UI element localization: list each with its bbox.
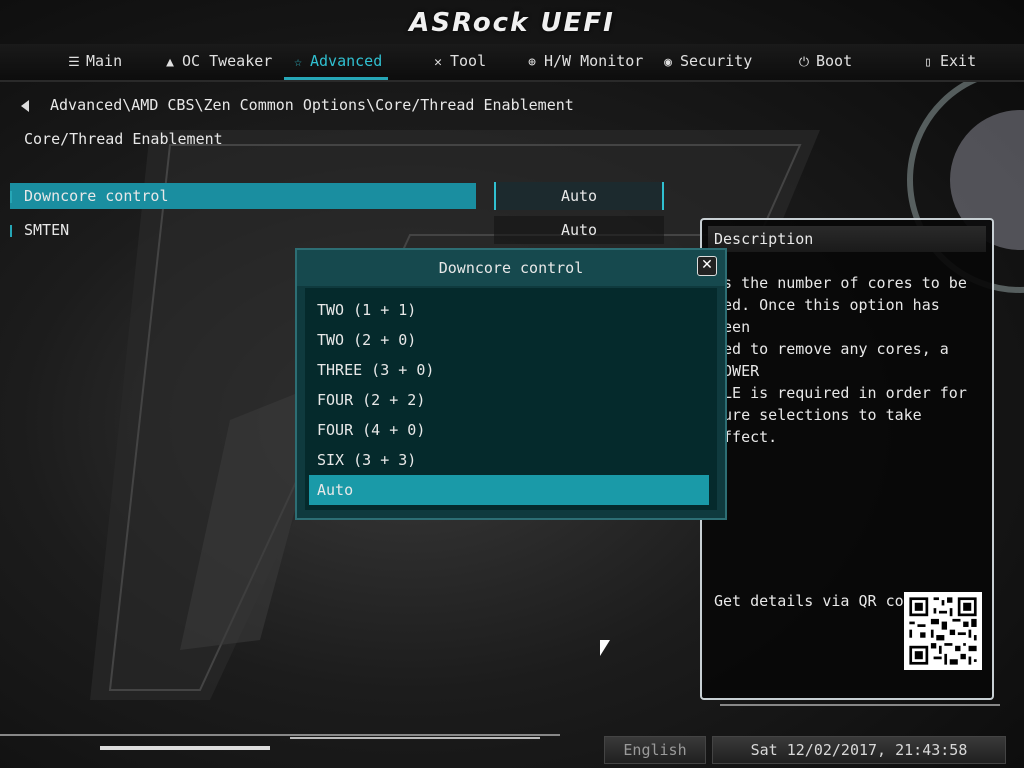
back-arrow-icon[interactable] xyxy=(14,96,36,116)
language-button[interactable]: English xyxy=(604,736,706,764)
setting-row-smten[interactable]: SMTEN xyxy=(10,217,69,243)
breadcrumb-path: Advanced\AMD CBS\Zen Common Options\Core… xyxy=(50,96,574,114)
qr-code-image xyxy=(904,592,982,670)
footer: English Sat 12/02/2017, 21:43:58 xyxy=(0,728,1024,768)
shield-icon: ◉ xyxy=(664,55,672,70)
tab-security[interactable]: ◉ Security xyxy=(660,44,752,78)
tab-boot[interactable]: ⏻ Boot xyxy=(796,44,852,78)
tab-oc-tweaker[interactable]: ▲ OC Tweaker xyxy=(162,44,272,78)
option-two-2-0[interactable]: TWO (2 + 0) xyxy=(309,325,709,355)
row-marker xyxy=(10,190,12,203)
mouse-cursor-icon xyxy=(600,640,610,656)
option-auto[interactable]: Auto xyxy=(309,475,709,505)
power-icon: ⏻ xyxy=(798,55,810,70)
popup-options-list: TWO (1 + 1) TWO (2 + 0) THREE (3 + 0) FO… xyxy=(305,288,717,510)
option-four-2-2[interactable]: FOUR (2 + 2) xyxy=(309,385,709,415)
page-title: Core/Thread Enablement xyxy=(24,130,223,148)
star-icon: ☆ xyxy=(294,55,302,70)
monitor-icon: ⊕ xyxy=(528,55,536,70)
tab-label: OC Tweaker xyxy=(182,52,273,70)
tab-label: Tool xyxy=(450,52,487,70)
tab-main[interactable]: ☰ Main xyxy=(66,44,122,78)
popup-title: Downcore control xyxy=(297,250,725,286)
qr-code-label: Get details via QR code xyxy=(714,592,922,610)
tab-label: H/W Monitor xyxy=(544,52,644,70)
setting-label: SMTEN xyxy=(24,221,70,239)
description-text: ts the number of cores to be sed. Once t… xyxy=(714,274,967,446)
option-six-3-3[interactable]: SIX (3 + 3) xyxy=(309,445,709,475)
tab-label: Main xyxy=(86,52,123,70)
row-marker xyxy=(10,224,12,237)
setting-row-downcore-control[interactable]: Downcore control xyxy=(10,183,476,209)
top-nav: ☰ Main ▲ OC Tweaker ☆ Advanced ✕ Tool ⊕ H/W M… xyxy=(0,44,1024,82)
option-two-1-1[interactable]: TWO (1 + 1) xyxy=(309,295,709,325)
option-three-3-0[interactable]: THREE (3 + 0) xyxy=(309,355,709,385)
tab-tool[interactable]: ✕ Tool xyxy=(430,44,486,78)
tools-icon: ✕ xyxy=(434,55,442,70)
qr-code[interactable] xyxy=(904,592,982,670)
tab-label: Security xyxy=(680,52,753,70)
close-icon[interactable]: ✕ xyxy=(697,256,717,276)
setting-value-smten[interactable]: Auto xyxy=(494,216,664,244)
tab-exit[interactable]: ▯ Exit xyxy=(920,44,976,78)
description-title: Description xyxy=(708,226,986,252)
setting-value-downcore-control[interactable]: Auto xyxy=(494,182,664,210)
tab-advanced[interactable]: ☆ Advanced xyxy=(283,44,389,80)
list-icon: ☰ xyxy=(68,55,80,70)
exit-icon: ▯ xyxy=(924,55,932,70)
tab-label: Boot xyxy=(816,52,853,70)
tab-label: Advanced xyxy=(310,52,383,70)
rocket-icon: ▲ xyxy=(166,55,174,70)
tab-hw-monitor[interactable]: ⊕ H/W Monitor xyxy=(524,44,643,78)
description-panel: Description ts the number of cores to be… xyxy=(700,218,994,700)
option-four-4-0[interactable]: FOUR (4 + 0) xyxy=(309,415,709,445)
breadcrumb: Advanced\AMD CBS\Zen Common Options\Core… xyxy=(14,94,574,116)
asrock-uefi-logo: ASRock UEFI xyxy=(409,8,615,38)
downcore-control-popup: Downcore control ✕ TWO (1 + 1) TWO (2 + … xyxy=(295,248,727,520)
tab-label: Exit xyxy=(940,52,977,70)
datetime-display: Sat 12/02/2017, 21:43:58 xyxy=(712,736,1006,764)
setting-label: Downcore control xyxy=(24,187,169,205)
